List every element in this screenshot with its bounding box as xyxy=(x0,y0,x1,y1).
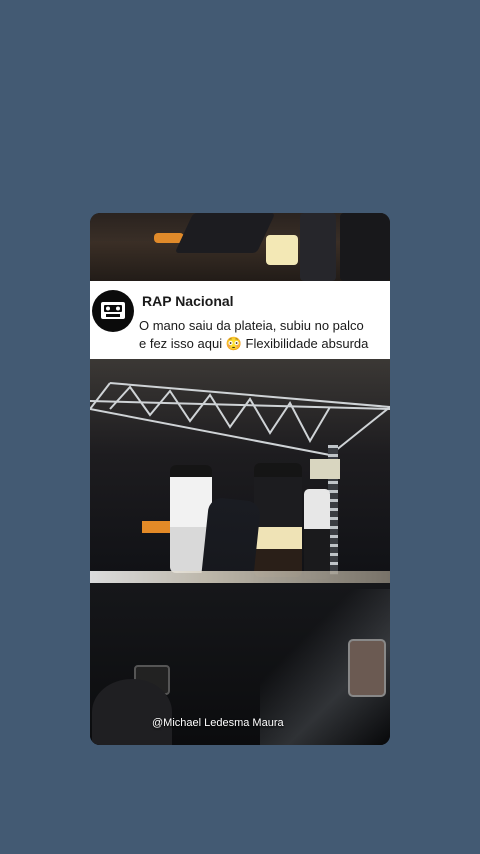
standing-person-shorts xyxy=(266,235,298,265)
caption-overlay: RAP Nacional O mano saiu da plateia, sub… xyxy=(90,281,390,359)
man-right-back xyxy=(304,489,330,579)
phone-right xyxy=(348,639,386,697)
stage-truss xyxy=(90,382,390,456)
man-black-shirt xyxy=(254,463,302,577)
cassette-tape-icon xyxy=(92,290,134,332)
led-screen xyxy=(310,459,340,479)
video-top-strip xyxy=(90,213,390,281)
stage-floor xyxy=(90,571,390,583)
standing-person-dark xyxy=(300,213,336,281)
video-frame[interactable]: @Michael Ledesma Maura xyxy=(90,359,390,745)
video-watermark: @Michael Ledesma Maura xyxy=(152,717,284,729)
standing-person-right xyxy=(340,213,390,281)
reposted-video-card[interactable]: RAP Nacional O mano saiu da plateia, sub… xyxy=(90,213,390,745)
channel-name: RAP Nacional xyxy=(142,293,234,309)
audience-head xyxy=(92,679,172,745)
caption-line-1: O mano saiu da plateia, subiu no palco xyxy=(139,318,364,333)
caption-text: O mano saiu da plateia, subiu no palco e… xyxy=(139,317,389,353)
story-background: { "post": { "channel_name": "RAP Naciona… xyxy=(0,0,480,854)
caption-line-2: e fez isso aqui 😳 Flexibilidade absurda xyxy=(139,336,369,351)
